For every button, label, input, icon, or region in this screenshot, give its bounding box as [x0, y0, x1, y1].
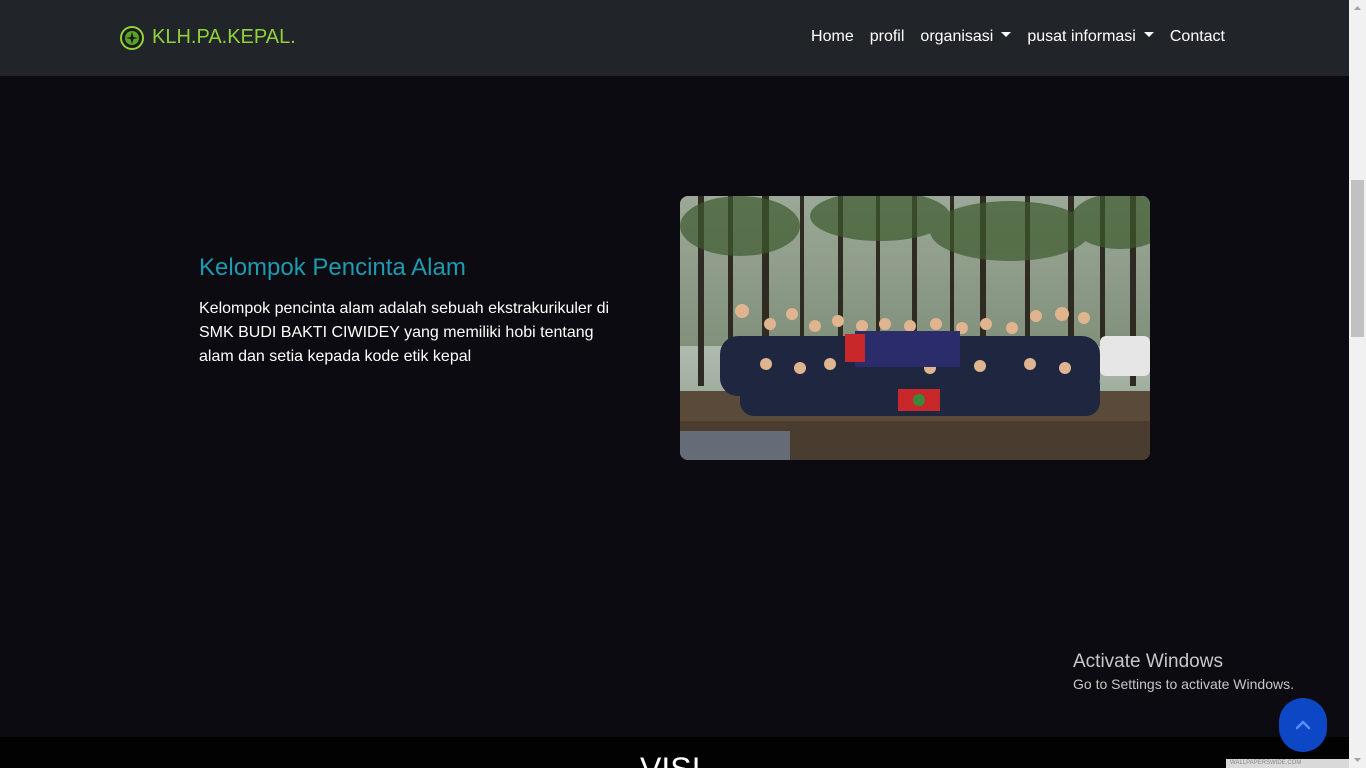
nav-contact[interactable]: Contact: [1170, 27, 1225, 47]
visi-section: VISI: [0, 737, 1349, 768]
navbar: KLH.PA.KEPAL. Home profil organisasi pus…: [0, 0, 1349, 76]
windows-activation-watermark: Activate Windows Go to Settings to activ…: [1073, 650, 1294, 694]
page: KLH.PA.KEPAL. Home profil organisasi pus…: [0, 0, 1349, 768]
nav-home-label: Home: [811, 28, 854, 45]
emblem-logo-icon: [120, 26, 144, 50]
visi-heading: VISI: [640, 751, 700, 768]
main-nav: Home profil organisasi pusat informasi C…: [811, 27, 1225, 47]
nav-home[interactable]: Home: [811, 27, 854, 47]
back-to-top-button[interactable]: [1279, 698, 1327, 752]
nav-profil[interactable]: profil: [870, 27, 905, 47]
scroll-down-arrow-icon[interactable]: [1349, 751, 1366, 768]
corner-watermark-strip: WALLPAPERSWIDE.COM: [1226, 759, 1349, 768]
nav-organisasi-label: organisasi: [920, 28, 994, 45]
hero-title: Kelompok Pencinta Alam: [199, 254, 466, 281]
watermark-subtitle: Go to Settings to activate Windows.: [1073, 676, 1294, 692]
brand-link[interactable]: KLH.PA.KEPAL.: [120, 24, 296, 50]
group-photo-illustration: [680, 196, 1150, 460]
nav-organisasi-dropdown[interactable]: organisasi: [920, 27, 1012, 47]
group-photo: [680, 196, 1150, 460]
scroll-up-arrow-icon[interactable]: [1349, 0, 1366, 17]
hero-description: Kelompok pencinta alam adalah sebuah eks…: [199, 300, 610, 365]
brand-name: KLH.PA.KEPAL.: [152, 26, 296, 48]
nav-contact-label: Contact: [1169, 28, 1225, 45]
caret-down-icon: [1001, 32, 1012, 38]
vertical-scrollbar[interactable]: [1349, 0, 1366, 768]
nav-pusat-informasi-dropdown[interactable]: pusat informasi: [1027, 27, 1154, 47]
chevron-up-icon: [1295, 720, 1311, 730]
nav-profil-label: profil: [869, 28, 905, 45]
nav-pusat-informasi-label: pusat informasi: [1027, 28, 1136, 45]
watermark-title: Activate Windows: [1073, 651, 1223, 672]
caret-down-icon: [1143, 32, 1154, 38]
scrollbar-thumb[interactable]: [1351, 180, 1364, 337]
